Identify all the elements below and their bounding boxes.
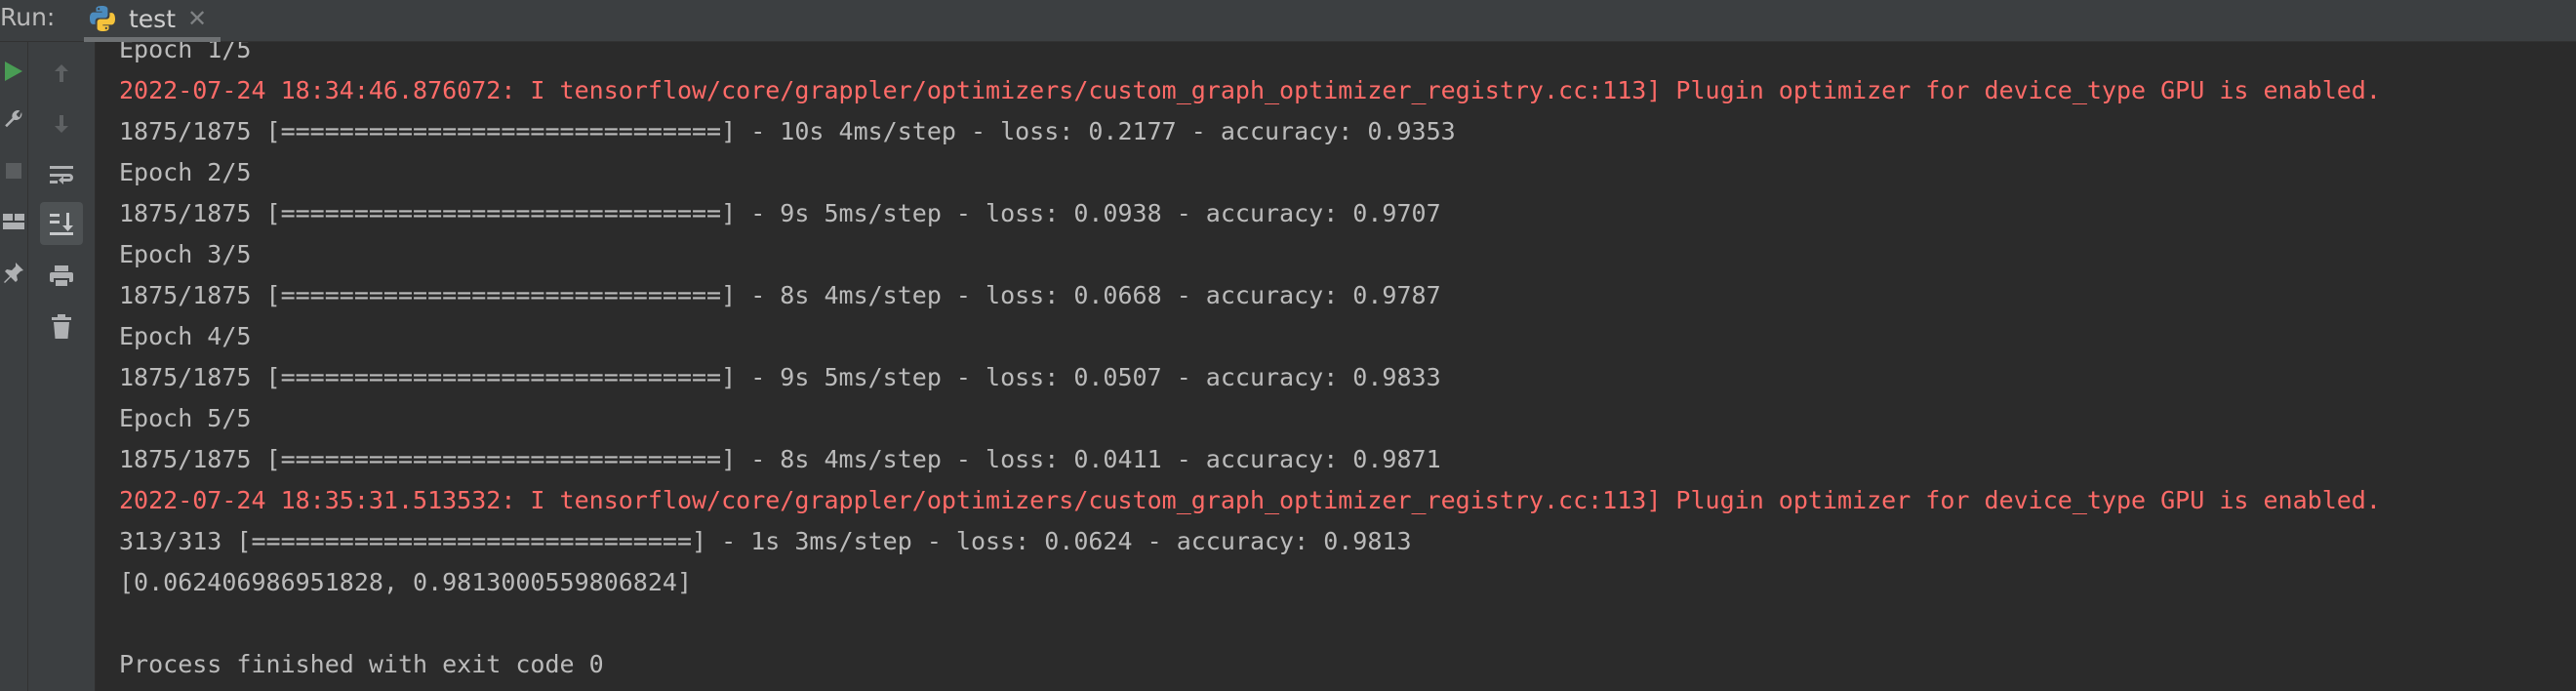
console-line: 1875/1875 [=============================… xyxy=(119,363,1441,391)
run-tab-bar: Run: test ✕ xyxy=(0,0,2576,42)
run-label: Run: xyxy=(0,3,56,31)
console-line: 1875/1875 [=============================… xyxy=(119,199,1441,227)
scroll-to-end-icon[interactable] xyxy=(40,202,83,245)
console-output[interactable]: Epoch 1/5 2022-07-24 18:34:46.876072: I … xyxy=(96,42,2576,691)
console-line: 1875/1875 [=============================… xyxy=(119,281,1441,309)
wrench-icon[interactable] xyxy=(0,102,27,138)
console-line: Epoch 2/5 xyxy=(119,158,252,186)
print-icon[interactable] xyxy=(42,257,81,296)
console-line: 313/313 [==============================]… xyxy=(119,527,1412,555)
left-toolbar xyxy=(0,42,28,691)
console-line-stderr: 2022-07-24 18:35:31.513532: I tensorflow… xyxy=(119,486,2381,514)
pin-icon[interactable] xyxy=(0,255,27,290)
run-tab-test[interactable]: test ✕ xyxy=(84,0,221,42)
console-line-stderr: 2022-07-24 18:34:46.876072: I tensorflow… xyxy=(119,76,2381,104)
arrow-up-icon[interactable] xyxy=(42,56,81,91)
arrow-down-icon[interactable] xyxy=(42,106,81,142)
layout-icon[interactable] xyxy=(0,204,27,239)
console-line: [0.062406986951828, 0.9813000559806824] xyxy=(119,568,692,596)
run-tool-window: Run: test ✕ Epoch 1/5 2022-07-24 18:34:4… xyxy=(0,0,2576,691)
trash-icon[interactable] xyxy=(42,307,81,346)
stop-icon[interactable] xyxy=(0,153,27,188)
close-icon[interactable]: ✕ xyxy=(187,7,207,30)
console-toolbar xyxy=(28,42,96,691)
console-line: Epoch 4/5 xyxy=(119,322,252,350)
process-exit-message: Process finished with exit code 0 xyxy=(119,650,604,678)
console-line: Epoch 3/5 xyxy=(119,240,252,268)
soft-wrap-icon[interactable] xyxy=(42,155,81,194)
tab-title: test xyxy=(129,4,177,33)
console-line: 1875/1875 [=============================… xyxy=(119,445,1441,473)
python-icon xyxy=(90,6,115,31)
run-icon[interactable] xyxy=(0,54,27,89)
console-line: Epoch 5/5 xyxy=(119,404,252,432)
console-line: Epoch 1/5 xyxy=(119,42,252,63)
console-line: 1875/1875 [=============================… xyxy=(119,117,1456,145)
